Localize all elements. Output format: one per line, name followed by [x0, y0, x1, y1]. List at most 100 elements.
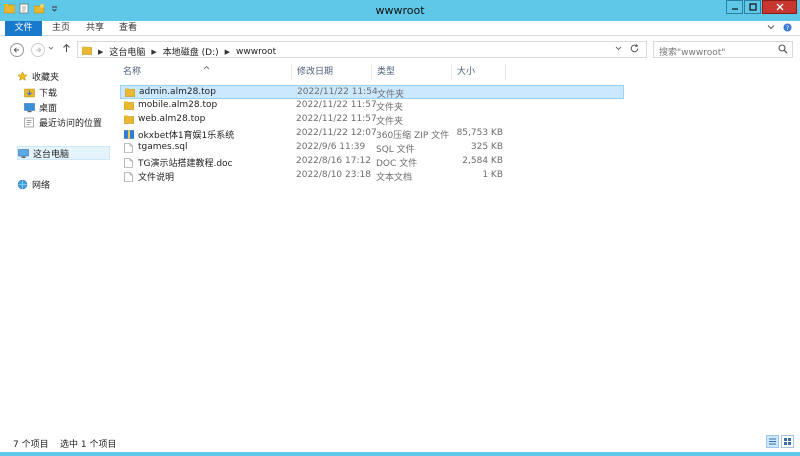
- breadcrumb-local-disk[interactable]: 本地磁盘 (D:): [163, 45, 219, 58]
- nav-network-label: 网络: [32, 180, 51, 191]
- file-size: 2,584 KB: [462, 156, 503, 166]
- star-icon: [17, 70, 28, 82]
- recent-locations-dropdown[interactable]: [48, 45, 54, 53]
- nav-favorites[interactable]: 收藏夹: [17, 69, 127, 83]
- folder-icon: [81, 46, 93, 58]
- file-date: 2022/8/16 17:12: [296, 156, 371, 166]
- column-header-type[interactable]: 类型: [372, 64, 452, 80]
- file-name-cell: mobile.alm28.top: [123, 100, 218, 110]
- file-row[interactable]: TG演示站搭建教程.doc 2022/8/16 17:12 DOC 文件 2,584 …: [120, 155, 624, 169]
- desktop-icon: [24, 102, 35, 113]
- breadcrumb-separator[interactable]: ▶: [151, 48, 156, 56]
- file-type: DOC 文件: [376, 159, 418, 169]
- breadcrumb-wwwroot[interactable]: wwwroot: [236, 47, 276, 57]
- file-name-cell: admin.alm28.top: [124, 87, 216, 97]
- file-name-cell: tgames.sql: [124, 142, 188, 153]
- minimize-button[interactable]: [726, 0, 743, 14]
- file-type: 360压缩 ZIP 文件: [376, 131, 450, 141]
- file-row[interactable]: tgames.sql 2022/9/6 11:39 SQL 文件 325 KB: [120, 141, 624, 155]
- nav-desktop-label: 桌面: [39, 103, 58, 114]
- back-button[interactable]: [10, 43, 24, 57]
- file-date: 2022/11/22 11:54: [297, 87, 378, 97]
- content-area: 收藏夹 下载 桌面 最近访问的位置 这台电脑 网络 名称 修改日期 类型 大小 …: [0, 64, 800, 432]
- window-bottom-border: [0, 452, 800, 456]
- refresh-icon[interactable]: [629, 43, 640, 57]
- item-count: 7 个项目: [13, 440, 49, 450]
- folder-icon: [123, 115, 135, 124]
- file-name-cell: 文件说明: [124, 170, 174, 183]
- column-header-name-label: 名称: [123, 67, 142, 77]
- nav-recent-places-label: 最近访问的位置: [39, 118, 103, 129]
- address-history-dropdown[interactable]: [615, 45, 622, 53]
- file-name: TG演示站搭建教程.doc: [138, 159, 233, 169]
- network-icon: [17, 179, 28, 190]
- file-name-cell: web.alm28.top: [123, 114, 206, 124]
- file-name: mobile.alm28.top: [138, 100, 218, 110]
- file-type: 文件夹: [376, 103, 404, 113]
- file-date: 2022/11/22 11:57: [296, 100, 377, 110]
- folder-icon: [124, 88, 136, 97]
- tab-share[interactable]: 共享: [82, 21, 108, 36]
- address-row: ▶ 这台电脑 ▶ 本地磁盘 (D:) ▶ wwwroot 搜索"wwwroot": [0, 36, 800, 64]
- svg-text:?: ?: [786, 24, 789, 32]
- file-row[interactable]: okxbet体1育娱1乐系统 2022/11/22 12:07 360压缩 ZIP …: [120, 127, 624, 141]
- file-row[interactable]: admin.alm28.top 2022/11/22 11:54 文件夹: [120, 85, 624, 100]
- large-icons-view-button[interactable]: [781, 435, 794, 448]
- file-name: okxbet体1育娱1乐系统: [138, 131, 235, 141]
- file-name-cell: TG演示站搭建教程.doc: [124, 156, 233, 169]
- close-button[interactable]: [762, 0, 797, 14]
- file-type: 文本文档: [376, 173, 413, 183]
- selection-count: 选中 1 个项目: [60, 440, 117, 450]
- file-name: web.alm28.top: [138, 114, 206, 124]
- nav-favorites-label: 收藏夹: [32, 72, 60, 83]
- file-date: 2022/8/10 23:18: [296, 170, 371, 180]
- column-header-size[interactable]: 大小: [452, 64, 506, 80]
- column-header-name[interactable]: 名称: [118, 64, 292, 80]
- file-row[interactable]: web.alm28.top 2022/11/22 11:57 文件夹: [120, 113, 624, 127]
- address-bar[interactable]: ▶ 这台电脑 ▶ 本地磁盘 (D:) ▶ wwwroot: [77, 41, 647, 58]
- zip-icon: [123, 130, 135, 139]
- file-type: SQL 文件: [376, 145, 415, 155]
- file-icon: [124, 158, 134, 168]
- window-controls: [725, 0, 797, 14]
- up-button[interactable]: [62, 43, 71, 56]
- view-switcher: [766, 435, 794, 448]
- file-row[interactable]: mobile.alm28.top 2022/11/22 11:57 文件夹: [120, 99, 624, 113]
- maximize-button[interactable]: [744, 0, 761, 14]
- nav-this-pc[interactable]: 这台电脑: [17, 146, 110, 160]
- file-name: tgames.sql: [138, 142, 188, 152]
- nav-network[interactable]: 网络: [17, 177, 127, 191]
- file-name: admin.alm28.top: [139, 87, 216, 97]
- ribbon: 文件 主页 共享 查看 ?: [0, 21, 800, 36]
- breadcrumb-separator[interactable]: ▶: [98, 48, 103, 56]
- status-bar: 7 个项目 选中 1 个项目: [0, 432, 800, 452]
- file-name: 文件说明: [138, 173, 175, 183]
- file-type: 文件夹: [376, 117, 404, 127]
- file-date: 2022/11/22 12:07: [296, 128, 377, 138]
- help-icon[interactable]: ?: [783, 23, 792, 35]
- nav-downloads-label: 下载: [39, 88, 58, 99]
- file-size: 85,753 KB: [456, 128, 503, 138]
- tab-view[interactable]: 查看: [115, 21, 141, 36]
- file-icon: [124, 142, 134, 153]
- title-bar: wwwroot: [0, 0, 800, 21]
- expand-ribbon-icon[interactable]: [767, 23, 775, 35]
- file-row[interactable]: 文件说明 2022/8/10 23:18 文本文档 1 KB: [120, 169, 624, 183]
- breadcrumb-this-pc[interactable]: 这台电脑: [109, 45, 145, 58]
- file-size: 325 KB: [470, 142, 503, 152]
- details-view-button[interactable]: [766, 435, 779, 448]
- forward-button[interactable]: [31, 43, 45, 57]
- file-size: 1 KB: [482, 170, 503, 180]
- download-folder-icon: [24, 87, 35, 98]
- breadcrumb: ▶ 这台电脑 ▶ 本地磁盘 (D:) ▶ wwwroot: [81, 45, 276, 58]
- computer-icon: [18, 148, 29, 159]
- file-list-pane: 名称 修改日期 类型 大小 admin.alm28.top 2022/11/22 …: [118, 64, 800, 432]
- tab-file[interactable]: 文件: [5, 21, 42, 36]
- file-date: 2022/9/6 11:39: [296, 142, 366, 152]
- tab-home[interactable]: 主页: [48, 21, 74, 36]
- file-icon: [124, 172, 134, 182]
- search-icon[interactable]: [778, 44, 788, 57]
- breadcrumb-separator[interactable]: ▶: [225, 48, 230, 56]
- column-header-date[interactable]: 修改日期: [292, 64, 372, 80]
- search-input[interactable]: 搜索"wwwroot": [653, 41, 793, 58]
